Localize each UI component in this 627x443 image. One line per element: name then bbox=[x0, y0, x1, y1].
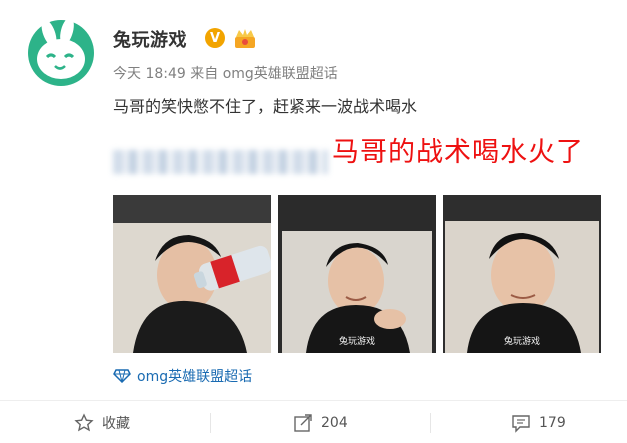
username[interactable]: 兔玩游戏 bbox=[113, 26, 187, 52]
post-source[interactable]: omg英雄联盟超话 bbox=[223, 66, 338, 82]
divider bbox=[0, 400, 627, 401]
watermark: 兔玩游戏 bbox=[338, 337, 375, 347]
from-label: 来自 bbox=[190, 66, 219, 82]
comment-count: 179 bbox=[539, 415, 566, 431]
photo-smiling bbox=[278, 195, 436, 353]
share-arrow-icon bbox=[294, 414, 312, 432]
action-separator bbox=[430, 413, 431, 433]
topic-label: omg英雄联盟超话 bbox=[137, 369, 253, 385]
action-separator bbox=[210, 413, 211, 433]
favorite-label: 收藏 bbox=[102, 416, 130, 432]
comment-button[interactable]: 179 bbox=[511, 413, 566, 433]
post-text: 马哥的笑快憋不住了，赶紧来一波战术喝水 bbox=[113, 97, 418, 116]
blurred-text bbox=[113, 150, 328, 174]
bunny-logo-icon bbox=[28, 19, 94, 86]
post-time[interactable]: 今天 18:49 bbox=[113, 66, 186, 82]
diamond-topic-icon bbox=[113, 369, 131, 383]
avatar[interactable] bbox=[27, 19, 95, 87]
favorite-button[interactable]: 收藏 bbox=[74, 413, 130, 433]
v-badge-icon: V bbox=[205, 28, 225, 48]
overlay-caption: 马哥的战术喝水火了 bbox=[332, 137, 584, 168]
image-thumbnail-3[interactable]: 兔玩游戏 bbox=[443, 195, 601, 353]
crown-badge-icon bbox=[235, 29, 255, 48]
comment-icon bbox=[512, 415, 530, 433]
post-meta: 今天 18:49 来自 omg英雄联盟超话 bbox=[113, 63, 338, 83]
watermark: 兔玩游戏 bbox=[503, 337, 540, 347]
image-thumbnail-2[interactable]: 兔玩游戏 bbox=[278, 195, 436, 353]
photo-drinking bbox=[113, 195, 271, 353]
topic-link[interactable]: omg英雄联盟超话 bbox=[113, 366, 252, 386]
repost-button[interactable]: 204 bbox=[293, 413, 348, 433]
photo-closeup bbox=[443, 195, 601, 353]
star-icon bbox=[74, 413, 94, 432]
repost-count: 204 bbox=[321, 415, 348, 431]
image-thumbnail-1[interactable] bbox=[113, 195, 271, 353]
